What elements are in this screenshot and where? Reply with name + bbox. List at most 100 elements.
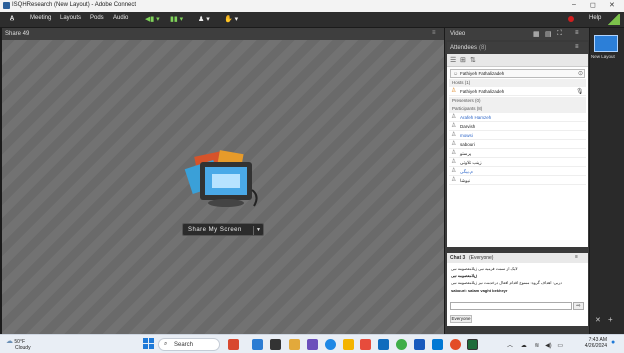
search-icon: ⌕: [164, 341, 168, 347]
windows-taskbar: ☁ 50°F Cloudy ⌕ Search ︿ ☁ ≋ ◀) ▭ 7:43 A…: [0, 334, 624, 353]
minimize-button[interactable]: –: [572, 1, 576, 8]
webcam-icon[interactable]: ♟ ▾: [198, 15, 210, 24]
weather-desc: Cloudy: [15, 345, 31, 351]
mic-icon[interactable]: 🎙: [576, 88, 584, 95]
chat-header: Chat 3 (Everyone) ≡: [447, 253, 588, 263]
maximize-button[interactable]: ◻: [590, 1, 596, 9]
pod-options-icon[interactable]: ≡: [575, 30, 579, 36]
participants-section[interactable]: Participants (8): [449, 105, 586, 113]
system-tray[interactable]: ︿ ☁ ≋ ◀) ▭: [507, 340, 563, 349]
share-my-screen-button[interactable]: Share My Screen ▼: [182, 223, 264, 236]
participant-name: Darvish: [460, 124, 476, 129]
list-item[interactable]: ♙ sabouri: [449, 140, 586, 149]
menu-audio[interactable]: Audio: [113, 15, 128, 21]
taskbar-app-icon[interactable]: [396, 339, 407, 350]
presenters-label: Presenters (0): [452, 98, 481, 103]
participants-label: Participants (8): [452, 106, 483, 111]
attendees-pod: Attendees (8) ≡ ☰ ⊞ ⇅ ☺ Fathiyeh Fathali…: [447, 42, 588, 247]
list-item[interactable]: ♙ mowsi: [449, 131, 586, 140]
host-name: Fathiyeh Fathalizadeh: [460, 89, 505, 94]
status-icon[interactable]: ⊙: [578, 70, 583, 77]
weather-widget[interactable]: ☁ 50°F Cloudy: [6, 337, 31, 351]
notification-icon[interactable]: ●: [611, 339, 615, 346]
volume-icon[interactable]: ◀): [545, 343, 552, 349]
participants-list: ♙ Arafeh Hamzeh ♙ Darvish ♙ mowsi ♙ sabouri ♙ پرس…: [447, 113, 588, 193]
taskbar-app-icon[interactable]: [360, 339, 371, 350]
filmstrip-view-icon[interactable]: ▤: [545, 30, 552, 38]
menu-pods[interactable]: Pods: [90, 15, 104, 21]
list-view-icon[interactable]: ☰: [450, 56, 456, 64]
close-icon[interactable]: ✕: [595, 316, 601, 324]
taskbar-app-icon[interactable]: [467, 339, 478, 350]
window-title: ISQHResearch (New Layout) - Adobe Connec…: [12, 2, 137, 8]
chat-target-dropdown[interactable]: Everyone: [450, 315, 472, 323]
pod-options-icon[interactable]: ≡: [575, 254, 578, 260]
list-item[interactable]: ♙ Arafeh Hamzeh: [449, 113, 586, 122]
share-pod: Share 49 ≡ Share My Screen ▼: [2, 28, 444, 334]
wifi-icon[interactable]: ≋: [534, 343, 539, 349]
taskbar-app-icon[interactable]: [414, 339, 425, 350]
send-button[interactable]: ⇨: [573, 302, 584, 310]
close-button[interactable]: ✕: [609, 1, 615, 9]
record-icon[interactable]: [568, 16, 574, 22]
adobe-logo-icon: A̲: [9, 16, 15, 22]
add-layout-icon[interactable]: +: [608, 315, 613, 324]
participant-icon: ♙: [451, 159, 457, 165]
presenters-section[interactable]: Presenters (0): [449, 97, 586, 105]
attendees-count: (8): [479, 45, 487, 51]
chevron-up-icon[interactable]: ︿: [507, 343, 513, 349]
battery-icon[interactable]: ▭: [557, 343, 563, 349]
share-my-screen-label: Share My Screen: [188, 227, 242, 233]
window-titlebar: ISQHResearch (New Layout) - Adobe Connec…: [0, 0, 624, 12]
adobe-connect-icon: [3, 2, 10, 9]
participant-icon: ♙: [451, 150, 457, 156]
menu-meeting[interactable]: Meeting: [30, 15, 51, 21]
taskbar-app-icon[interactable]: [307, 339, 318, 350]
video-pod-title: Video: [450, 31, 466, 37]
list-item[interactable]: ♙ پرستو: [449, 149, 586, 158]
current-user-row[interactable]: ☺ Fathiyeh Fathalizadeh ⊙: [450, 69, 585, 78]
taskbar-app-icon[interactable]: [228, 339, 239, 350]
taskbar-search[interactable]: ⌕ Search: [158, 338, 220, 351]
chat-message: ژیلامعصومه نبی: [451, 273, 478, 278]
onedrive-icon[interactable]: ☁: [521, 343, 527, 349]
list-item[interactable]: ♙ زینب تلاوتی: [449, 158, 586, 167]
participant-name: نیوشا: [460, 178, 471, 183]
share-pod-header: Share 49 ≡: [2, 28, 444, 40]
list-item[interactable]: ♙ نیوشا: [449, 176, 586, 185]
taskbar-app-icon[interactable]: [432, 339, 443, 350]
share-pod-body: Share My Screen ▼: [2, 40, 444, 334]
fullscreen-icon[interactable]: ⛶: [557, 30, 562, 38]
chat-message: دربی: اهداف گروه: ممنوع اقدام افعال درخد…: [451, 280, 562, 285]
taskbar-clock[interactable]: 7:43 AM 4/26/2024: [583, 337, 607, 349]
windows-start-icon[interactable]: [143, 338, 154, 349]
speaker-icon[interactable]: ◀▮ ▾: [145, 15, 160, 24]
taskbar-app-icon[interactable]: [325, 339, 336, 350]
taskbar-app-icon[interactable]: [450, 339, 461, 350]
breakout-icon[interactable]: ⊞: [460, 56, 466, 64]
sort-icon[interactable]: ⇅: [470, 56, 476, 64]
list-item[interactable]: ♙ م.بیگی: [449, 167, 586, 176]
pod-options-icon[interactable]: ≡: [575, 44, 579, 50]
menubar: A̲ Meeting Layouts Pods Audio ◀▮ ▾ ▮▮ ▾ …: [0, 12, 624, 27]
taskbar-app-icon[interactable]: [270, 339, 281, 350]
list-item[interactable]: ♙ Darvish: [449, 122, 586, 131]
layout-thumbnail[interactable]: [594, 35, 618, 52]
hosts-section[interactable]: Hosts (1): [449, 79, 586, 87]
taskbar-app-icon[interactable]: [289, 339, 300, 350]
attendees-title: Attendees: [450, 45, 478, 51]
chat-message: لایک از سمت فرمیه نبی ژیلامعصومه نبی: [451, 266, 518, 271]
menu-help[interactable]: Help: [589, 15, 601, 21]
grid-view-icon[interactable]: ▦: [533, 30, 540, 38]
taskbar-app-icon[interactable]: [378, 339, 389, 350]
menu-layouts[interactable]: Layouts: [60, 15, 81, 21]
taskbar-app-icon[interactable]: [343, 339, 354, 350]
raise-hand-icon[interactable]: ✋ ▾: [224, 15, 238, 24]
share-dropdown-icon[interactable]: ▼: [253, 226, 263, 235]
list-item[interactable]: ♙ Fathiyeh Fathalizadeh 🎙: [449, 87, 586, 96]
taskbar-app-icon[interactable]: [252, 339, 263, 350]
search-placeholder: Search: [174, 342, 194, 348]
microphone-icon[interactable]: ▮▮ ▾: [170, 15, 183, 24]
chat-input[interactable]: [450, 302, 572, 310]
pod-options-icon[interactable]: ≡: [432, 30, 436, 36]
